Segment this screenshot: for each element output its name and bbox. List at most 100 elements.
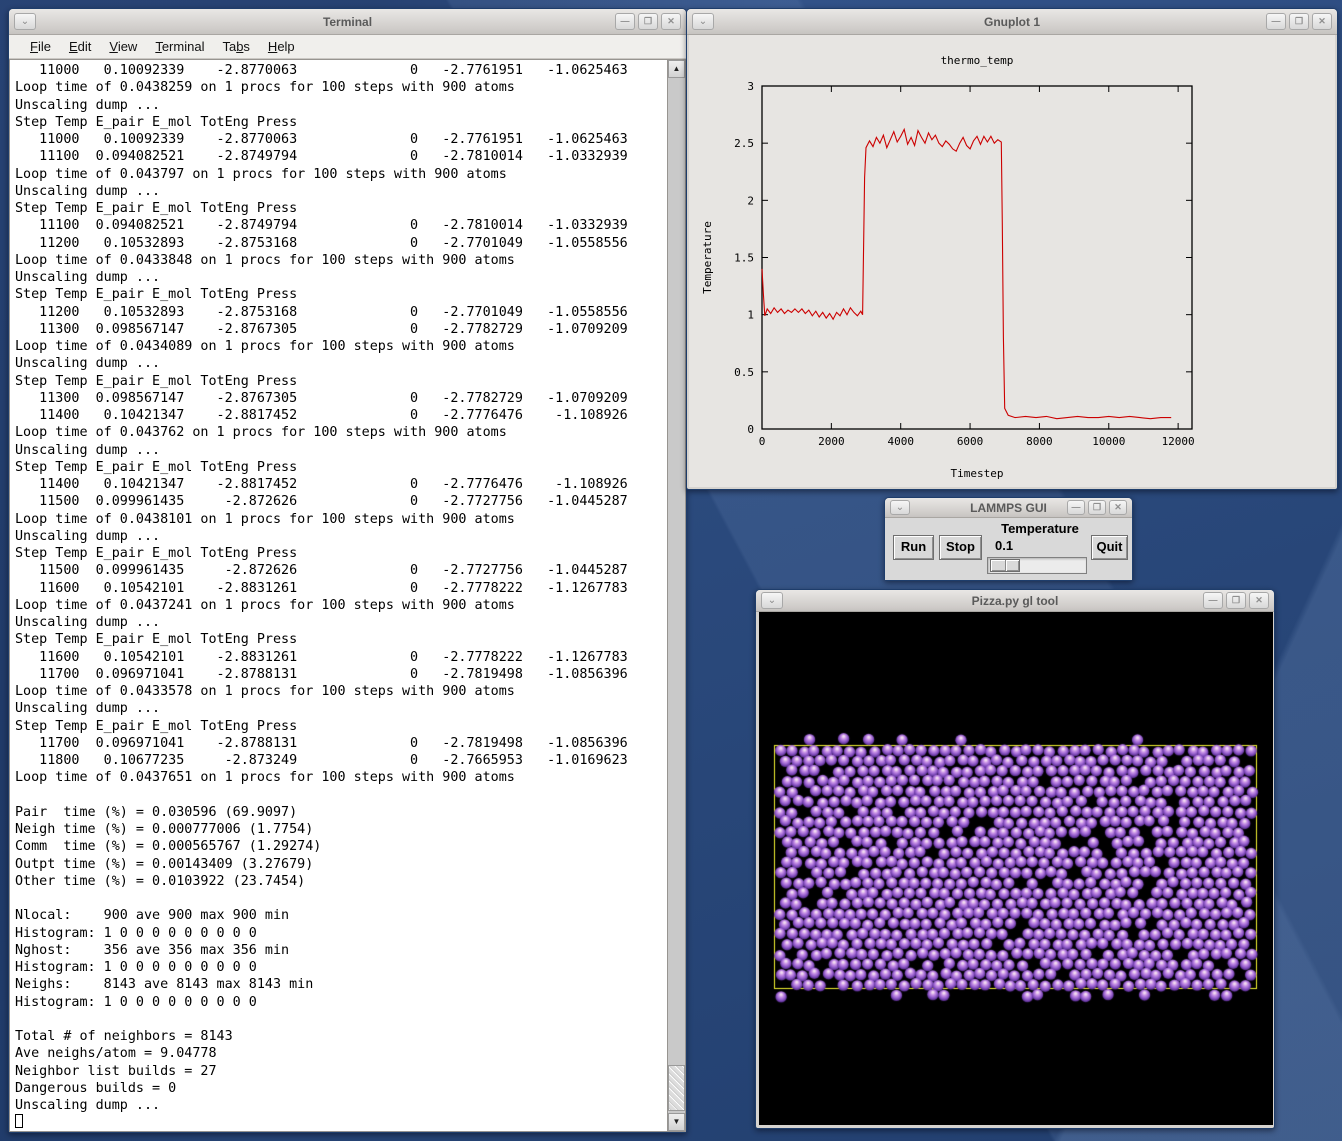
svg-text:1.5: 1.5 xyxy=(734,252,754,265)
menu-item-edit[interactable]: Edit xyxy=(60,37,100,56)
terminal-line: Loop time of 0.0437651 on 1 procs for 10… xyxy=(15,769,667,786)
svg-text:0: 0 xyxy=(747,423,754,436)
svg-text:1: 1 xyxy=(747,309,754,322)
gnuplot-canvas: thermo_temp02000400060008000100001200000… xyxy=(689,35,1335,487)
terminal-line: 11100 0.094082521 -2.8749794 0 -2.781001… xyxy=(15,148,667,165)
chevron-down-icon: ⌄ xyxy=(896,502,904,513)
window-menu-button[interactable]: ⌄ xyxy=(890,500,910,515)
terminal-line: 11000 0.10092339 -2.8770063 0 -2.7761951… xyxy=(15,62,667,79)
lammps-gui-titlebar[interactable]: ⌄ LAMMPS GUI — ❒ ✕ xyxy=(885,498,1132,518)
maximize-icon: ❒ xyxy=(1093,502,1101,512)
svg-text:3: 3 xyxy=(747,80,754,93)
maximize-button[interactable]: ❒ xyxy=(1088,500,1106,515)
terminal-cursor xyxy=(15,1114,23,1128)
close-button[interactable]: ✕ xyxy=(1312,13,1332,30)
quit-button[interactable]: Quit xyxy=(1091,535,1128,560)
terminal-line xyxy=(15,1011,667,1028)
minimize-button[interactable]: — xyxy=(1266,13,1286,30)
terminal-line: Step Temp E_pair E_mol TotEng Press xyxy=(15,286,667,303)
gnuplot-titlebar[interactable]: ⌄ Gnuplot 1 — ❒ ✕ xyxy=(687,9,1337,35)
window-menu-button[interactable]: ⌄ xyxy=(761,592,783,609)
terminal-line: Step Temp E_pair E_mol TotEng Press xyxy=(15,373,667,390)
stop-button[interactable]: Stop xyxy=(939,535,982,560)
svg-text:8000: 8000 xyxy=(1026,435,1053,448)
menu-item-tabs[interactable]: Tabs xyxy=(213,37,258,56)
terminal-line: 11400 0.10421347 -2.8817452 0 -2.7776476… xyxy=(15,407,667,424)
window-menu-button[interactable]: ⌄ xyxy=(692,13,714,30)
terminal-line: 11700 0.096971041 -2.8788131 0 -2.781949… xyxy=(15,735,667,752)
maximize-button[interactable]: ❒ xyxy=(1226,592,1246,609)
terminal-line: Other time (%) = 0.0103922 (23.7454) xyxy=(15,873,667,890)
maximize-icon: ❒ xyxy=(1232,595,1240,605)
terminal-line: Loop time of 0.043797 on 1 procs for 100… xyxy=(15,166,667,183)
terminal-title: Terminal xyxy=(9,15,686,29)
terminal-line: 11600 0.10542101 -2.8831261 0 -2.7778222… xyxy=(15,649,667,666)
terminal-line: Loop time of 0.0433848 on 1 procs for 10… xyxy=(15,252,667,269)
temperature-slider[interactable] xyxy=(987,557,1087,574)
terminal-line: Unscaling dump ... xyxy=(15,614,667,631)
menu-item-file[interactable]: File xyxy=(21,37,60,56)
svg-text:4000: 4000 xyxy=(887,435,914,448)
svg-text:2: 2 xyxy=(747,194,754,207)
chevron-down-icon: ⌄ xyxy=(699,16,707,27)
minimize-icon: — xyxy=(621,16,630,26)
atom-viewport[interactable] xyxy=(759,612,1273,1125)
close-button[interactable]: ✕ xyxy=(1109,500,1127,515)
terminal-line: Pair time (%) = 0.030596 (69.9097) xyxy=(15,804,667,821)
svg-text:thermo_temp: thermo_temp xyxy=(941,54,1014,67)
terminal-scrollbar[interactable]: ▲ ▼ xyxy=(667,59,686,1132)
close-button[interactable]: ✕ xyxy=(1249,592,1269,609)
pizza-titlebar[interactable]: ⌄ Pizza.py gl tool — ❒ ✕ xyxy=(756,590,1274,612)
terminal-line: Loop time of 0.043762 on 1 procs for 100… xyxy=(15,424,667,441)
minimize-button[interactable]: — xyxy=(1067,500,1085,515)
terminal-line: Outpt time (%) = 0.00143409 (3.27679) xyxy=(15,856,667,873)
menu-item-help[interactable]: Help xyxy=(259,37,304,56)
close-button[interactable]: ✕ xyxy=(661,13,681,30)
terminal-line: 11300 0.098567147 -2.8767305 0 -2.778272… xyxy=(15,390,667,407)
svg-text:6000: 6000 xyxy=(957,435,984,448)
menu-item-terminal[interactable]: Terminal xyxy=(146,37,213,56)
chevron-down-icon: ⌄ xyxy=(768,595,776,606)
scrollbar-thumb[interactable] xyxy=(668,1065,685,1111)
minimize-button[interactable]: — xyxy=(1203,592,1223,609)
terminal-line: Step Temp E_pair E_mol TotEng Press xyxy=(15,114,667,131)
terminal-line: Neigh time (%) = 0.000777006 (1.7754) xyxy=(15,821,667,838)
svg-text:Temperature: Temperature xyxy=(701,221,714,294)
terminal-line: Step Temp E_pair E_mol TotEng Press xyxy=(15,718,667,735)
desktop: ⌄ Terminal — ❒ ✕ FileEditViewTerminalTab… xyxy=(0,0,1342,1141)
close-icon: ✕ xyxy=(1318,16,1326,26)
terminal-line: Neighbor list builds = 27 xyxy=(15,1063,667,1080)
svg-text:0: 0 xyxy=(759,435,766,448)
terminal-titlebar[interactable]: ⌄ Terminal — ❒ ✕ xyxy=(9,9,686,35)
terminal-line: 11600 0.10542101 -2.8831261 0 -2.7778222… xyxy=(15,580,667,597)
menu-item-view[interactable]: View xyxy=(100,37,146,56)
scroll-up-button[interactable]: ▲ xyxy=(668,60,685,78)
terminal-line xyxy=(15,890,667,907)
minimize-button[interactable]: — xyxy=(615,13,635,30)
run-button[interactable]: Run xyxy=(893,535,934,560)
terminal-line: Step Temp E_pair E_mol TotEng Press xyxy=(15,631,667,648)
terminal-line: Unscaling dump ... xyxy=(15,700,667,717)
terminal-output[interactable]: 11000 0.10092339 -2.8770063 0 -2.7761951… xyxy=(9,59,667,1132)
slider-handle[interactable] xyxy=(990,559,1020,572)
scroll-down-button[interactable]: ▼ xyxy=(668,1113,685,1131)
terminal-line: Step Temp E_pair E_mol TotEng Press xyxy=(15,545,667,562)
terminal-line: Nlocal: 900 ave 900 max 900 min xyxy=(15,907,667,924)
terminal-line: 11200 0.10532893 -2.8753168 0 -2.7701049… xyxy=(15,235,667,252)
terminal-line: Ave neighs/atom = 9.04778 xyxy=(15,1045,667,1062)
scroll-down-icon: ▼ xyxy=(673,1117,681,1126)
close-icon: ✕ xyxy=(1114,502,1122,512)
svg-text:10000: 10000 xyxy=(1092,435,1125,448)
terminal-line: Loop time of 0.0438101 on 1 procs for 10… xyxy=(15,511,667,528)
maximize-button[interactable]: ❒ xyxy=(638,13,658,30)
maximize-button[interactable]: ❒ xyxy=(1289,13,1309,30)
chevron-down-icon: ⌄ xyxy=(21,16,29,27)
svg-text:0.5: 0.5 xyxy=(734,366,754,379)
terminal-line: 11000 0.10092339 -2.8770063 0 -2.7761951… xyxy=(15,131,667,148)
terminal-line: Loop time of 0.0437241 on 1 procs for 10… xyxy=(15,597,667,614)
terminal-line: Unscaling dump ... xyxy=(15,528,667,545)
gnuplot-window: ⌄ Gnuplot 1 — ❒ ✕ thermo_temp02000400060… xyxy=(686,8,1338,490)
terminal-cursor-line xyxy=(15,1114,667,1131)
window-menu-button[interactable]: ⌄ xyxy=(14,13,36,30)
terminal-line: 11700 0.096971041 -2.8788131 0 -2.781949… xyxy=(15,666,667,683)
